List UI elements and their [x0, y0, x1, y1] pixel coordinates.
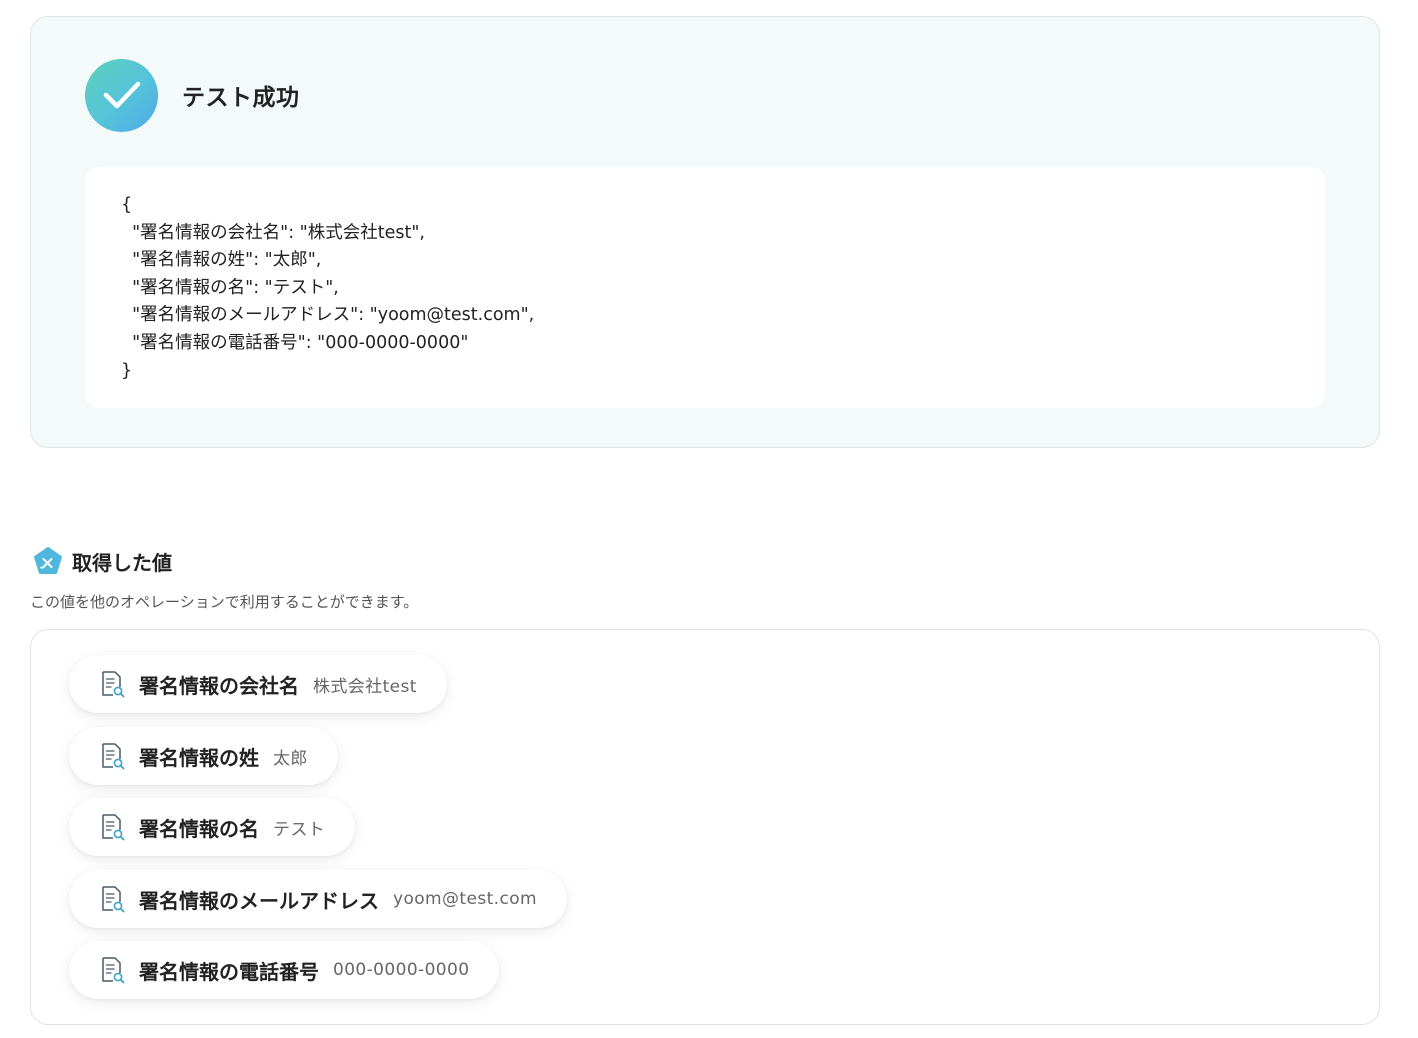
values-panel: 署名情報の会社名 株式会社test 署名情報の姓 太郎 署名情報の名 テスト 署… [30, 629, 1380, 1025]
json-line: "署名情報の会社名": "株式会社test", [121, 222, 425, 243]
value-chip-email[interactable]: 署名情報のメールアドレス yoom@test.com [69, 870, 567, 928]
values-heading: 取得した値 [32, 545, 172, 577]
values-description: この値を他のオペレーションで利用することができます。 [30, 593, 419, 611]
document-search-icon [99, 670, 127, 698]
json-line: { [121, 195, 133, 215]
json-line: "署名情報の電話番号": "000-0000-0000" [121, 332, 469, 353]
chip-value: 太郎 [273, 748, 308, 769]
json-line: } [121, 360, 133, 381]
value-chip-first-name[interactable]: 署名情報の名 テスト [69, 798, 356, 856]
json-output: { "署名情報の会社名": "株式会社test", "署名情報の姓": "太郎"… [85, 167, 1325, 408]
chip-label: 署名情報の電話番号 [139, 959, 319, 984]
document-search-icon [99, 813, 127, 841]
variable-pentagon-icon [32, 545, 64, 577]
check-icon [85, 58, 158, 132]
chip-value: 000-0000-0000 [333, 960, 470, 980]
value-chip-company[interactable]: 署名情報の会社名 株式会社test [69, 655, 447, 713]
result-title: テスト成功 [182, 85, 300, 111]
chip-value: テスト [273, 819, 326, 840]
chip-value: 株式会社test [313, 676, 417, 697]
value-chip-phone[interactable]: 署名情報の電話番号 000-0000-0000 [69, 941, 500, 999]
test-result-panel: テスト成功 { "署名情報の会社名": "株式会社test", "署名情報の姓"… [30, 16, 1380, 448]
document-search-icon [99, 956, 127, 984]
result-header: テスト成功 [85, 58, 300, 132]
values-title: 取得した値 [72, 550, 172, 575]
json-line: "署名情報の名": "テスト", [121, 277, 339, 298]
chip-label: 署名情報のメールアドレス [139, 888, 379, 913]
chip-label: 署名情報の名 [139, 816, 259, 841]
json-line: "署名情報のメールアドレス": "yoom@test.com", [121, 305, 535, 326]
chip-label: 署名情報の姓 [139, 745, 259, 770]
json-line: "署名情報の姓": "太郎", [121, 250, 322, 271]
chip-value: yoom@test.com [393, 889, 537, 909]
chip-label: 署名情報の会社名 [139, 673, 299, 698]
document-search-icon [99, 742, 127, 770]
document-search-icon [99, 885, 127, 913]
value-chip-last-name[interactable]: 署名情報の姓 太郎 [69, 727, 338, 785]
